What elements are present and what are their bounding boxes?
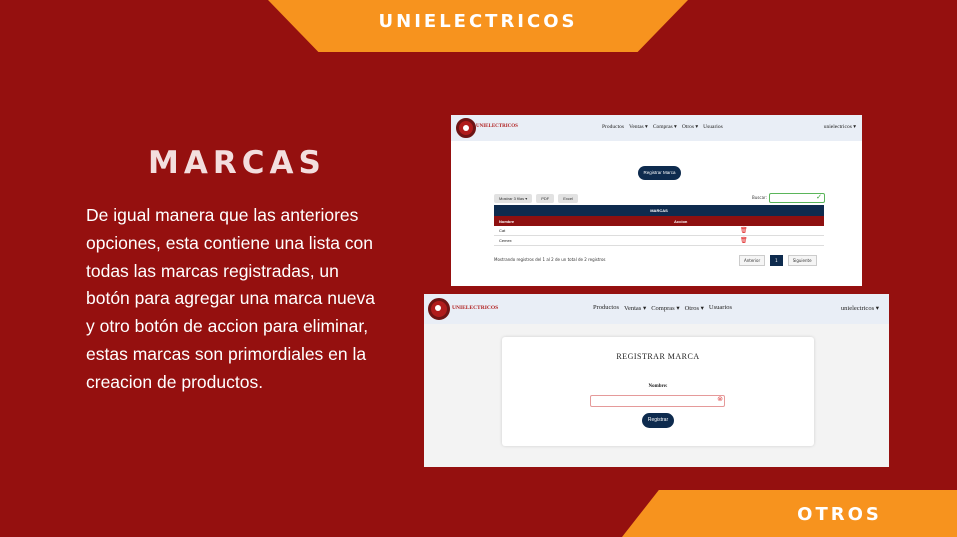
action-cell: 🗑: [669, 227, 824, 234]
nav-item-productos[interactable]: Productos: [593, 304, 619, 312]
pdf-export-button[interactable]: PDF: [536, 194, 555, 203]
nav-item-productos[interactable]: Productos: [602, 124, 624, 130]
gear-logo-icon: [456, 118, 476, 138]
table-toolbar: Mostrar 3 filas ▾ PDF Excel: [494, 194, 579, 203]
user-menu[interactable]: unielectricos ▾: [841, 304, 879, 312]
action-cell: 🗑: [669, 237, 824, 244]
rows-per-page-select[interactable]: Mostrar 3 filas ▾: [494, 194, 533, 203]
slide-body: De igual manera que las anteriores opcio…: [86, 205, 375, 392]
marca-name: Cemex: [499, 238, 512, 243]
register-marca-button[interactable]: Registrar Marca: [638, 166, 681, 180]
previous-page-button[interactable]: Anterior: [739, 255, 766, 266]
nombre-label: Nombre:: [648, 384, 668, 389]
nav-item-compras[interactable]: Compras ▾: [651, 304, 679, 312]
marcas-table: MARCAS Nombre Accion Cat 🗑 Cemex 🗑: [494, 205, 824, 246]
nav-menu: Productos Ventas ▾ Compras ▾ Otros ▾ Usu…: [593, 304, 732, 312]
pagination: Anterior 1 Siguiente: [739, 255, 817, 266]
nav-menu: Productos Ventas ▾ Compras ▾ Otros ▾ Usu…: [602, 124, 723, 130]
slide-title: MARCAS: [148, 145, 326, 181]
trash-icon[interactable]: 🗑: [740, 238, 748, 244]
register-marca-screenshot: UNIELECTRICOS Productos Ventas ▾ Compras…: [424, 294, 889, 467]
table-header: Nombre Accion: [494, 216, 824, 226]
table-row: Cat 🗑: [494, 226, 824, 236]
nav-item-usuarios[interactable]: Usuarios: [703, 124, 723, 130]
current-page-button[interactable]: 1: [770, 255, 783, 266]
nav-item-ventas[interactable]: Ventas ▾: [629, 124, 648, 130]
brand-name[interactable]: UNIELECTRICOS: [452, 305, 498, 311]
top-banner: UNIELECTRICOS: [268, 0, 688, 52]
user-menu[interactable]: unielectricos ▾: [824, 124, 856, 130]
nav-item-otros[interactable]: Otros ▾: [685, 304, 704, 312]
search-input[interactable]: ✓: [769, 193, 825, 203]
nav-item-compras[interactable]: Compras ▾: [653, 124, 677, 130]
marcas-list-screenshot: UNIELECTRICOS Productos Ventas ▾ Compras…: [451, 115, 862, 286]
navbar: UNIELECTRICOS Productos Ventas ▾ Compras…: [451, 115, 862, 141]
registrar-button[interactable]: Registrar: [642, 413, 674, 428]
top-banner-text: UNIELECTRICOS: [378, 11, 578, 32]
register-form-card: REGISTRAR MARCA Nombre: ⊗: [502, 337, 814, 446]
table-row: Cemex 🗑: [494, 236, 824, 246]
next-page-button[interactable]: Siguiente: [787, 255, 817, 266]
navbar: UNIELECTRICOS Productos Ventas ▾ Compras…: [424, 294, 889, 324]
check-icon: ✓: [816, 193, 822, 201]
nav-item-otros[interactable]: Otros ▾: [682, 124, 698, 130]
nav-item-ventas[interactable]: Ventas ▾: [624, 304, 646, 312]
marca-name: Cat: [499, 228, 506, 233]
form-title: REGISTRAR MARCA: [616, 352, 700, 361]
gear-logo-icon: [428, 298, 450, 320]
trash-icon[interactable]: 🗑: [740, 228, 748, 234]
column-header-nombre[interactable]: Nombre: [494, 219, 669, 224]
error-icon-wrap: ⊗: [590, 395, 725, 407]
bottom-banner-text: OTROS: [797, 504, 882, 525]
error-icon: ⊗: [717, 395, 723, 403]
bottom-banner: OTROS: [622, 490, 957, 537]
brand-name[interactable]: UNIELECTRICOS: [476, 124, 518, 129]
search-label: Buscar:: [752, 195, 767, 200]
excel-export-button[interactable]: Excel: [558, 194, 579, 203]
nav-item-usuarios[interactable]: Usuarios: [709, 304, 732, 312]
column-header-accion[interactable]: Accion: [669, 219, 824, 224]
table-caption: MARCAS: [494, 205, 824, 216]
table-info: Mostrando registros del 1 al 2 de un tot…: [494, 257, 606, 262]
